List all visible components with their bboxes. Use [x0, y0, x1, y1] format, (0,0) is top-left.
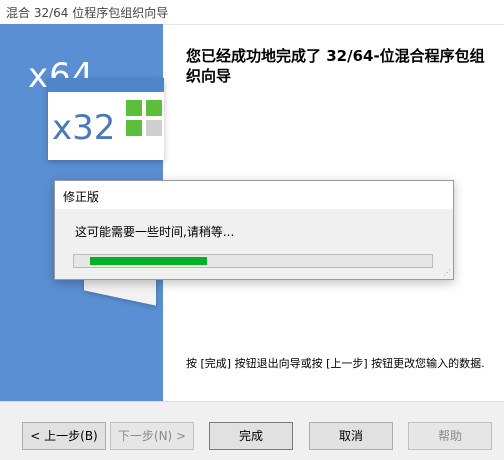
windows-logo-icon: [126, 100, 162, 136]
progress-bar: [73, 254, 433, 268]
progress-fill: [90, 257, 207, 265]
revision-progress-dialog: 修正版 这可能需要一些时间,请稍等... ⋰: [54, 180, 454, 280]
finish-button[interactable]: 完成: [209, 422, 293, 450]
dialog-titlebar[interactable]: 修正版: [55, 181, 453, 209]
help-button[interactable]: 帮助: [408, 422, 492, 450]
finish-instructions: 按 [完成] 按钮退出向导或按 [上一步] 按钮更改您输入的数据.: [186, 357, 485, 370]
window-title: 混合 32/64 位程序包组织向导: [6, 6, 169, 20]
window-titlebar: 混合 32/64 位程序包组织向导: [0, 0, 504, 25]
resize-grip-icon[interactable]: ⋰: [443, 269, 451, 277]
x32-label: x32: [52, 108, 116, 148]
card-header-bar: [48, 78, 164, 92]
next-button[interactable]: 下一步(N) >: [110, 422, 194, 450]
cancel-button[interactable]: 取消: [309, 422, 393, 450]
wizard-button-bar: < 上一步(B) 下一步(N) > 完成 取消 帮助: [0, 401, 504, 460]
page-title: 您已经成功地完成了 32/64-位混合程序包组织向导: [186, 47, 485, 85]
dialog-message: 这可能需要一些时间,请稍等...: [75, 225, 235, 239]
dialog-title: 修正版: [63, 190, 100, 204]
x32-card: x32: [48, 78, 164, 160]
back-button[interactable]: < 上一步(B): [22, 422, 106, 450]
